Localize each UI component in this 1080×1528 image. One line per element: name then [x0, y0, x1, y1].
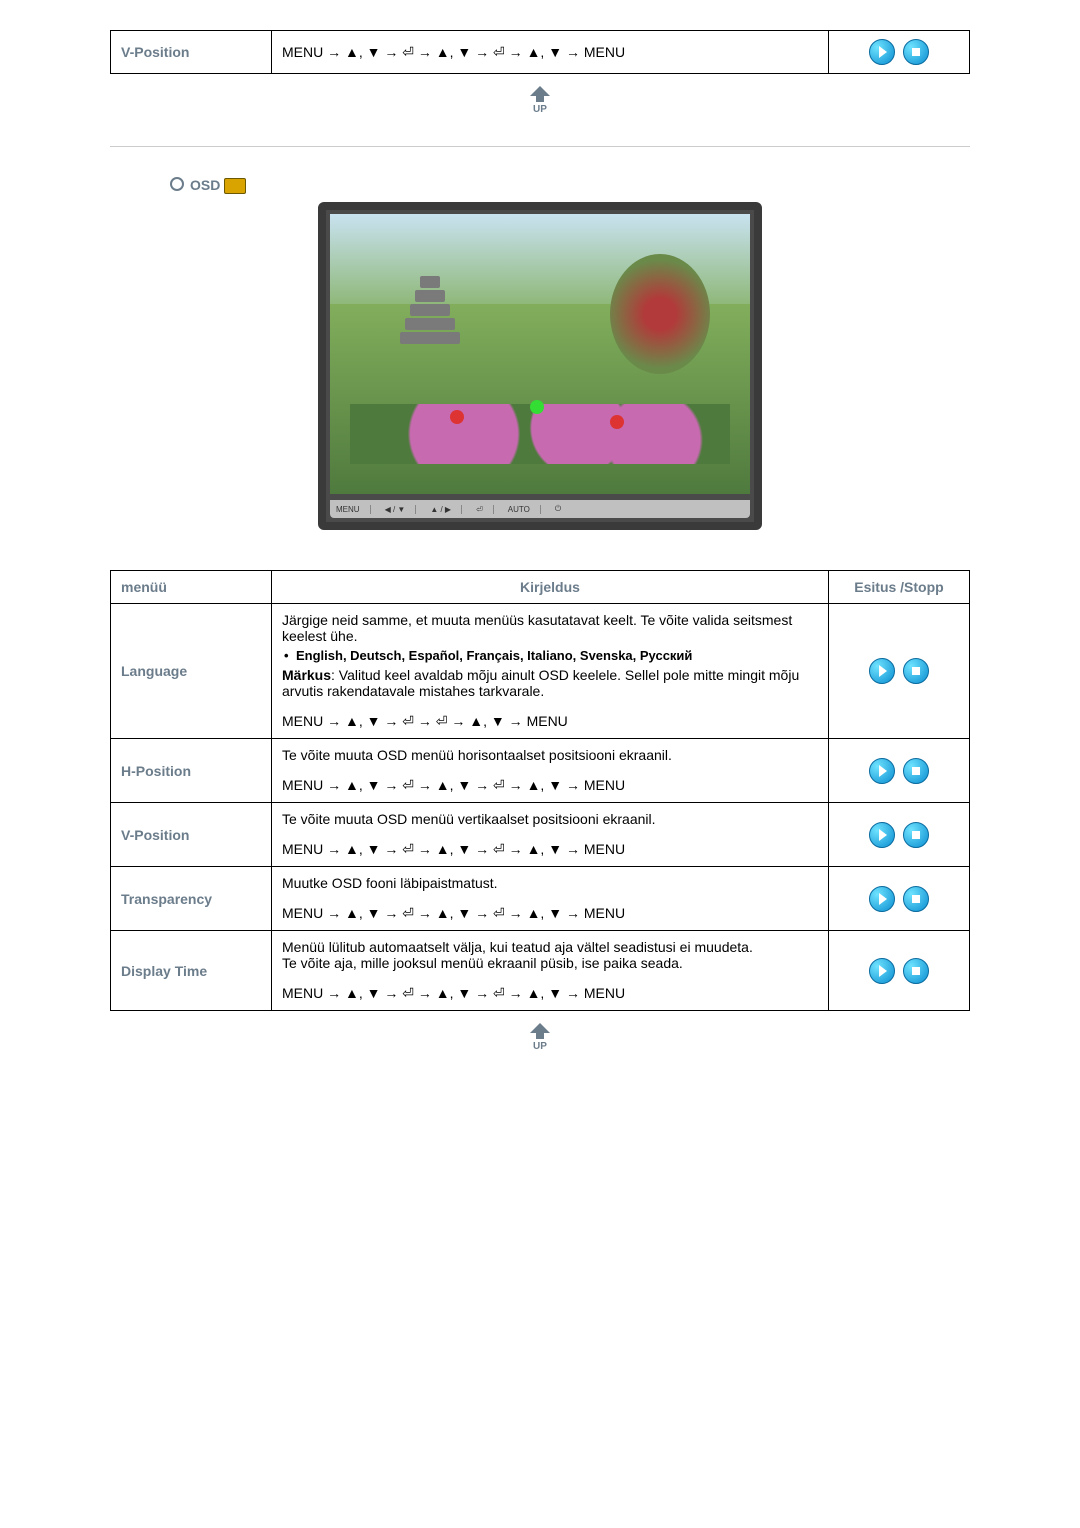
osd-menu-table: menüü Kirjeldus Esitus /Stopp Language J…	[110, 570, 970, 1011]
header-action: Esitus /Stopp	[829, 571, 970, 604]
h-position-label: H-Position	[111, 739, 272, 803]
screen-image	[330, 214, 750, 494]
stop-icon[interactable]	[903, 39, 929, 65]
display-time-actions	[829, 931, 970, 1011]
language-desc: Järgige neid samme, et muuta menüüs kasu…	[272, 604, 829, 739]
monitor-preview: MENU ◀ / ▼ ▲ / ▶ ⏎ AUTO ⏻	[110, 202, 970, 530]
stop-icon[interactable]	[903, 658, 929, 684]
language-sequence: MENU → ▲, ▼ → ⏎ → ⏎ → ▲, ▼ → MENU	[282, 713, 818, 730]
top-row-label: V-Position	[111, 31, 272, 74]
play-icon[interactable]	[869, 658, 895, 684]
monitor-button-strip: MENU ◀ / ▼ ▲ / ▶ ⏎ AUTO ⏻	[330, 500, 750, 518]
divider	[110, 146, 970, 147]
arrow-up-icon	[530, 86, 550, 96]
table-header: menüü Kirjeldus Esitus /Stopp	[111, 571, 970, 604]
top-row-actions	[829, 31, 970, 74]
transparency-sequence: MENU → ▲, ▼ → ⏎ → ▲, ▼ → ⏎ → ▲, ▼ → MENU	[282, 905, 818, 922]
play-icon[interactable]	[869, 822, 895, 848]
stop-icon[interactable]	[903, 758, 929, 784]
header-menu: menüü	[111, 571, 272, 604]
top-single-row-table: V-Position MENU → ▲, ▼ → ⏎ → ▲, ▼ → ⏎ → …	[110, 30, 970, 74]
row-transparency: Transparency Muutke OSD fooni läbipaistm…	[111, 867, 970, 931]
language-note: Märkus: Valitud keel avaldab mõju ainult…	[282, 667, 818, 699]
document-page: V-Position MENU → ▲, ▼ → ⏎ → ▲, ▼ → ⏎ → …	[0, 0, 1080, 1105]
up-nav-button[interactable]: UP	[520, 86, 560, 116]
stop-icon[interactable]	[903, 822, 929, 848]
play-icon[interactable]	[869, 758, 895, 784]
row-v-position: V-Position Te võite muuta OSD menüü vert…	[111, 803, 970, 867]
h-position-actions	[829, 739, 970, 803]
osd-icon	[224, 178, 246, 194]
transparency-desc: Muutke OSD fooni läbipaistmatust. MENU →…	[272, 867, 829, 931]
stop-icon[interactable]	[903, 958, 929, 984]
language-label: Language	[111, 604, 272, 739]
header-desc: Kirjeldus	[272, 571, 829, 604]
h-position-desc: Te võite muuta OSD menüü horisontaalset …	[272, 739, 829, 803]
language-options: English, Deutsch, Español, Français, Ita…	[282, 644, 818, 667]
play-icon[interactable]	[869, 886, 895, 912]
stop-icon[interactable]	[903, 886, 929, 912]
transparency-actions	[829, 867, 970, 931]
row-language: Language Järgige neid samme, et muuta me…	[111, 604, 970, 739]
play-icon[interactable]	[869, 39, 895, 65]
top-row-sequence: MENU → ▲, ▼ → ⏎ → ▲, ▼ → ⏎ → ▲, ▼ → MENU	[272, 31, 829, 74]
monitor-frame: MENU ◀ / ▼ ▲ / ▶ ⏎ AUTO ⏻	[318, 202, 762, 530]
v-position-label: V-Position	[111, 803, 272, 867]
play-icon[interactable]	[869, 958, 895, 984]
v-position-desc: Te võite muuta OSD menüü vertikaalset po…	[272, 803, 829, 867]
h-position-sequence: MENU → ▲, ▼ → ⏎ → ▲, ▼ → ⏎ → ▲, ▼ → MENU	[282, 777, 818, 794]
display-time-label: Display Time	[111, 931, 272, 1011]
v-position-sequence: MENU → ▲, ▼ → ⏎ → ▲, ▼ → ⏎ → ▲, ▼ → MENU	[282, 841, 818, 858]
up-nav-button[interactable]: UP	[520, 1023, 560, 1053]
bullet-icon	[170, 177, 184, 191]
osd-section-title: OSD	[170, 177, 970, 194]
display-time-desc: Menüü lülitub automaatselt välja, kui te…	[272, 931, 829, 1011]
display-time-sequence: MENU → ▲, ▼ → ⏎ → ▲, ▼ → ⏎ → ▲, ▼ → MENU	[282, 985, 818, 1002]
language-actions	[829, 604, 970, 739]
row-display-time: Display Time Menüü lülitub automaatselt …	[111, 931, 970, 1011]
v-position-actions	[829, 803, 970, 867]
transparency-label: Transparency	[111, 867, 272, 931]
arrow-up-icon	[530, 1023, 550, 1033]
row-h-position: H-Position Te võite muuta OSD menüü hori…	[111, 739, 970, 803]
